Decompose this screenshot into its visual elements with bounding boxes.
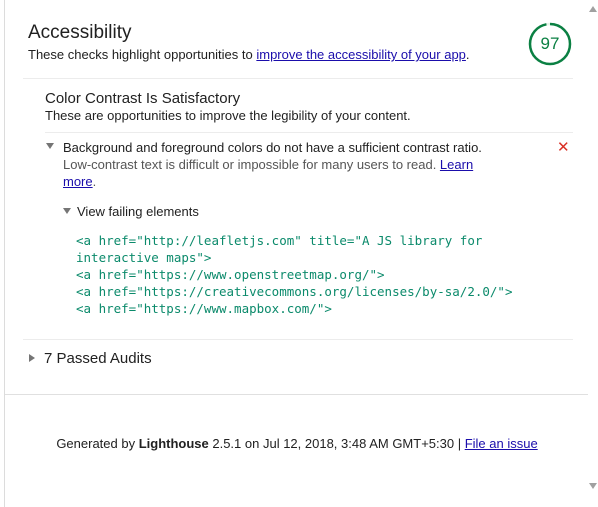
expand-arrow-icon[interactable] bbox=[46, 143, 54, 149]
audit-help-text: Low-contrast text is difficult or imposs… bbox=[63, 157, 474, 189]
group-divider bbox=[45, 132, 573, 133]
file-issue-link[interactable]: File an issue bbox=[465, 436, 538, 451]
scroll-down-arrow-icon[interactable] bbox=[589, 483, 597, 489]
failing-element-snippet: <a href="https://www.mapbox.com/"> bbox=[76, 301, 332, 316]
passed-divider bbox=[23, 339, 573, 340]
score-gauge: 97 bbox=[528, 22, 572, 66]
failing-element-snippet: <a href="http://leafletjs.com" title="A … bbox=[76, 233, 490, 265]
expand-arrow-icon[interactable] bbox=[63, 208, 71, 214]
accessibility-guide-link[interactable]: improve the accessibility of your app bbox=[256, 47, 466, 62]
vertical-scrollbar[interactable] bbox=[588, 0, 598, 507]
footer-divider bbox=[5, 394, 589, 395]
lighthouse-name: Lighthouse bbox=[138, 436, 209, 451]
failing-element-snippet: <a href="https://www.openstreetmap.org/"… bbox=[76, 267, 385, 282]
collapsed-arrow-icon[interactable] bbox=[29, 354, 35, 362]
report-footer: Generated by Lighthouse 2.5.1 on Jul 12,… bbox=[56, 436, 538, 451]
failing-elements-list: <a href="http://leafletjs.com" title="A … bbox=[76, 232, 516, 317]
score-value: 97 bbox=[540, 34, 560, 53]
category-description: These checks highlight opportunities to … bbox=[28, 47, 470, 62]
fail-x-icon: ✕ bbox=[557, 139, 570, 156]
header-divider bbox=[23, 78, 573, 79]
scroll-up-arrow-icon[interactable] bbox=[589, 6, 597, 12]
audit-title: Background and foreground colors do not … bbox=[63, 140, 482, 155]
group-description: These are opportunities to improve the l… bbox=[45, 108, 411, 123]
group-title: Color Contrast Is Satisfactory bbox=[45, 90, 241, 107]
failing-element-snippet: <a href="https://creativecommons.org/lic… bbox=[76, 284, 513, 299]
details-label: View failing elements bbox=[77, 204, 199, 219]
category-header: Accessibility These checks highlight opp… bbox=[28, 22, 573, 63]
category-title: Accessibility bbox=[28, 22, 132, 43]
report-panel: Accessibility These checks highlight opp… bbox=[4, 0, 589, 507]
passed-audits-label: 7 Passed Audits bbox=[44, 350, 152, 367]
